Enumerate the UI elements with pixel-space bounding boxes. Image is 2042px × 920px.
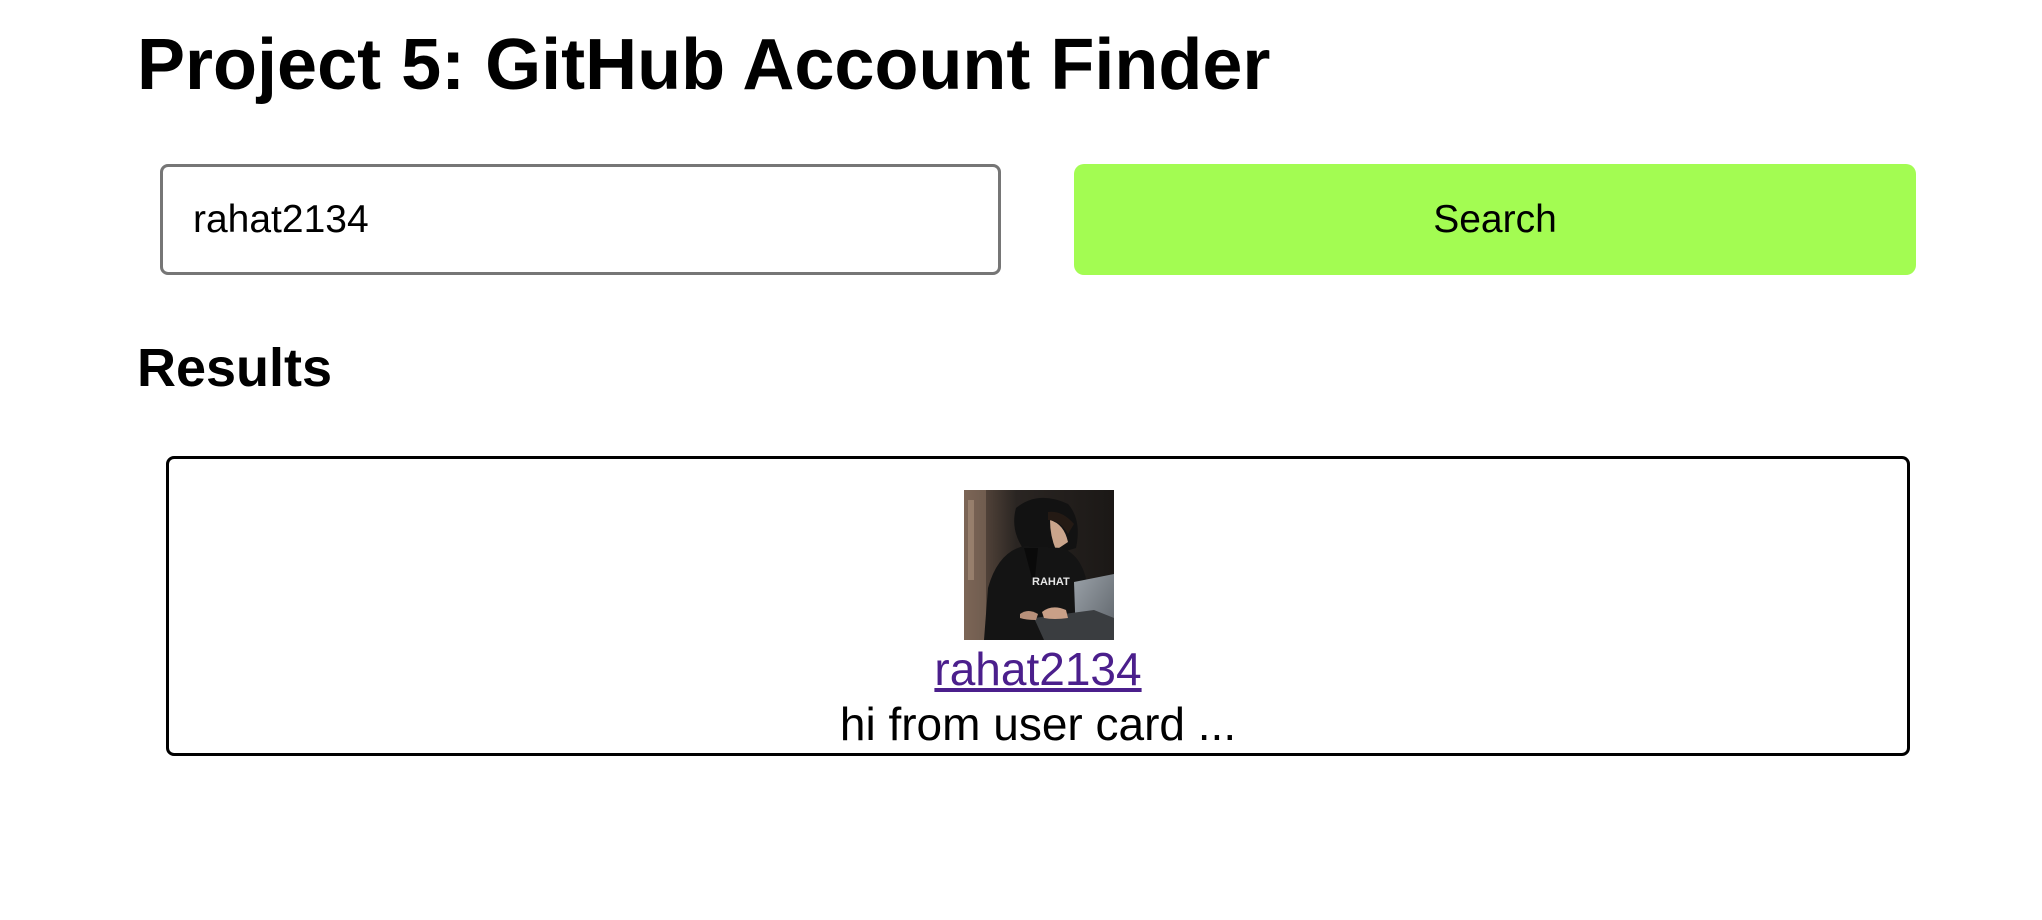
page-title: Project 5: GitHub Account Finder xyxy=(137,25,1271,105)
user-card: RAHAT rahat2134 hi from user card ... xyxy=(166,456,1910,756)
avatar-image: RAHAT xyxy=(964,490,1114,640)
user-card-text: hi from user card ... xyxy=(839,698,1237,750)
username-link[interactable]: rahat2134 xyxy=(169,642,1907,696)
results-heading: Results xyxy=(137,338,333,398)
search-button[interactable]: Search xyxy=(1074,164,1916,275)
avatar: RAHAT xyxy=(964,490,1114,640)
search-form: Search xyxy=(160,164,1916,275)
page: Project 5: GitHub Account Finder Search … xyxy=(0,0,2042,920)
avatar-lettering: RAHAT xyxy=(1032,576,1070,588)
search-input[interactable] xyxy=(160,164,1001,275)
